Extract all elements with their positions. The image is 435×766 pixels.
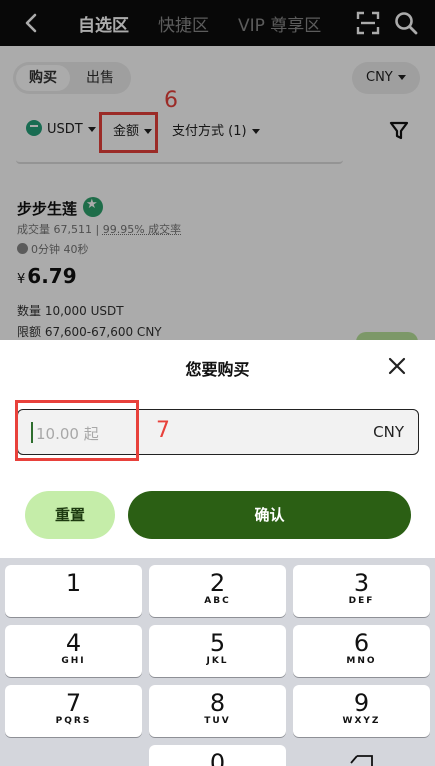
key-digit: 6 [293,625,430,655]
key-1[interactable]: 1 [5,565,142,617]
key-2[interactable]: 2 ABC [149,565,286,617]
confirm-button[interactable]: 确认 [128,491,411,539]
key-5[interactable]: 5 JKL [149,625,286,677]
key-0[interactable]: 0 [149,745,286,766]
reset-button[interactable]: 重置 [25,491,115,539]
key-3[interactable]: 3 DEF [293,565,430,617]
key-4[interactable]: 4 GHI [5,625,142,677]
annotation-step-label: 7 [156,418,170,443]
key-digit: 2 [149,565,286,595]
key-letters: WXYZ [293,716,430,726]
key-6[interactable]: 6 MNO [293,625,430,677]
backspace-icon[interactable] [350,755,374,766]
buy-amount-sheet: 您要购买 10.00 起 CNY 7 重置 确认 1 2 ABC 3 DEF 4 GH… [0,340,435,766]
key-8[interactable]: 8 TUV [149,685,286,737]
key-digit: 0 [149,745,286,766]
key-7[interactable]: 7 PQRS [5,685,142,737]
key-digit: 5 [149,625,286,655]
close-icon[interactable] [386,355,408,377]
numeric-keypad: 1 2 ABC 3 DEF 4 GHI 5 JKL 6 MNO 7 PQRS 8 TUV 9W… [0,558,435,766]
key-letters: PQRS [5,716,142,726]
key-digit: 7 [5,685,142,715]
key-digit: 8 [149,685,286,715]
key-letters: MNO [293,656,430,666]
key-letters: ABC [149,596,286,606]
key-digit: 3 [293,565,430,595]
amount-unit: CNY [373,423,404,441]
key-letters: DEF [293,596,430,606]
key-letters: TUV [149,716,286,726]
modal-backdrop[interactable] [0,0,435,340]
key-digit: 1 [5,565,142,595]
key-digit: 9 [293,685,430,715]
key-letters: GHI [5,656,142,666]
sheet-title: 您要购买 [0,356,435,380]
key-digit: 4 [5,625,142,655]
key-9[interactable]: 9 WXYZ [293,685,430,737]
annotation-box-amount-input [15,400,139,461]
key-letters: JKL [149,656,286,666]
